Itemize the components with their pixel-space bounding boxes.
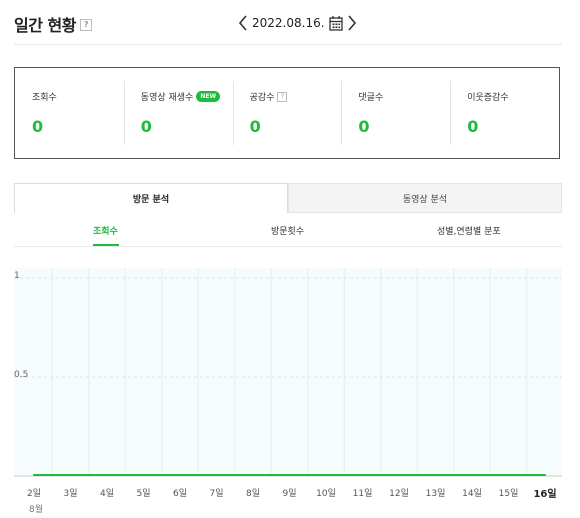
x-tick-label: 3일 xyxy=(63,489,78,499)
data-point[interactable] xyxy=(106,474,108,476)
chart-background xyxy=(14,268,562,476)
x-tick-label: 9일 xyxy=(282,489,297,499)
x-tick-label: 15일 xyxy=(498,489,519,499)
y-tick-label: 0.5 xyxy=(14,370,29,380)
chart-plot xyxy=(14,268,562,477)
x-tick-label: 13일 xyxy=(425,489,446,499)
x-tick-label: 11일 xyxy=(352,489,373,499)
data-point[interactable] xyxy=(142,474,145,476)
x-tick-label: 4일 xyxy=(99,489,115,499)
y-tick-label: 1 xyxy=(14,271,20,281)
x-tick-label: 5일 xyxy=(136,489,151,499)
data-point[interactable] xyxy=(434,474,437,476)
x-tick-label: 7일 xyxy=(209,489,224,499)
data-point[interactable] xyxy=(288,474,291,476)
data-point[interactable] xyxy=(325,474,327,476)
x-tick-label: 2일 xyxy=(26,489,42,499)
data-point[interactable] xyxy=(398,474,400,476)
data-point[interactable] xyxy=(179,474,181,476)
data-point[interactable] xyxy=(361,474,364,476)
data-point[interactable] xyxy=(33,474,35,476)
x-tick-label: 12일 xyxy=(389,489,409,499)
x-tick-label: 6일 xyxy=(172,489,188,499)
data-point[interactable] xyxy=(252,474,254,476)
x-tick-label: 8일 xyxy=(245,489,261,499)
x-tick-label: 10일 xyxy=(316,489,336,499)
data-point[interactable] xyxy=(544,474,546,476)
data-point[interactable] xyxy=(471,474,473,476)
data-point[interactable] xyxy=(507,474,510,476)
data-point[interactable] xyxy=(69,474,72,476)
x-tick-label: 14일 xyxy=(462,489,482,499)
data-point[interactable] xyxy=(215,474,218,476)
x-tick-label: 16일 xyxy=(533,489,557,500)
x-month-label: 8월 xyxy=(29,505,44,515)
